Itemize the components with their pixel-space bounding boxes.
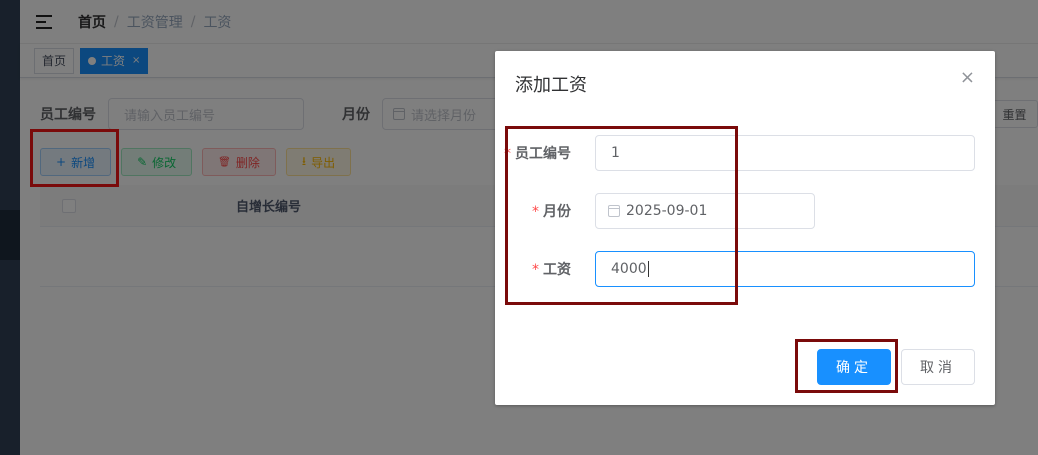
cancel-button[interactable]: 取消: [901, 349, 975, 385]
annotation-box-add: [30, 129, 119, 187]
close-icon[interactable]: ×: [960, 69, 975, 87]
annotation-box-confirm: [795, 339, 898, 393]
dialog-title: 添加工资: [515, 75, 587, 96]
cancel-label: 取消: [920, 360, 956, 376]
annotation-box-form: [505, 126, 738, 305]
